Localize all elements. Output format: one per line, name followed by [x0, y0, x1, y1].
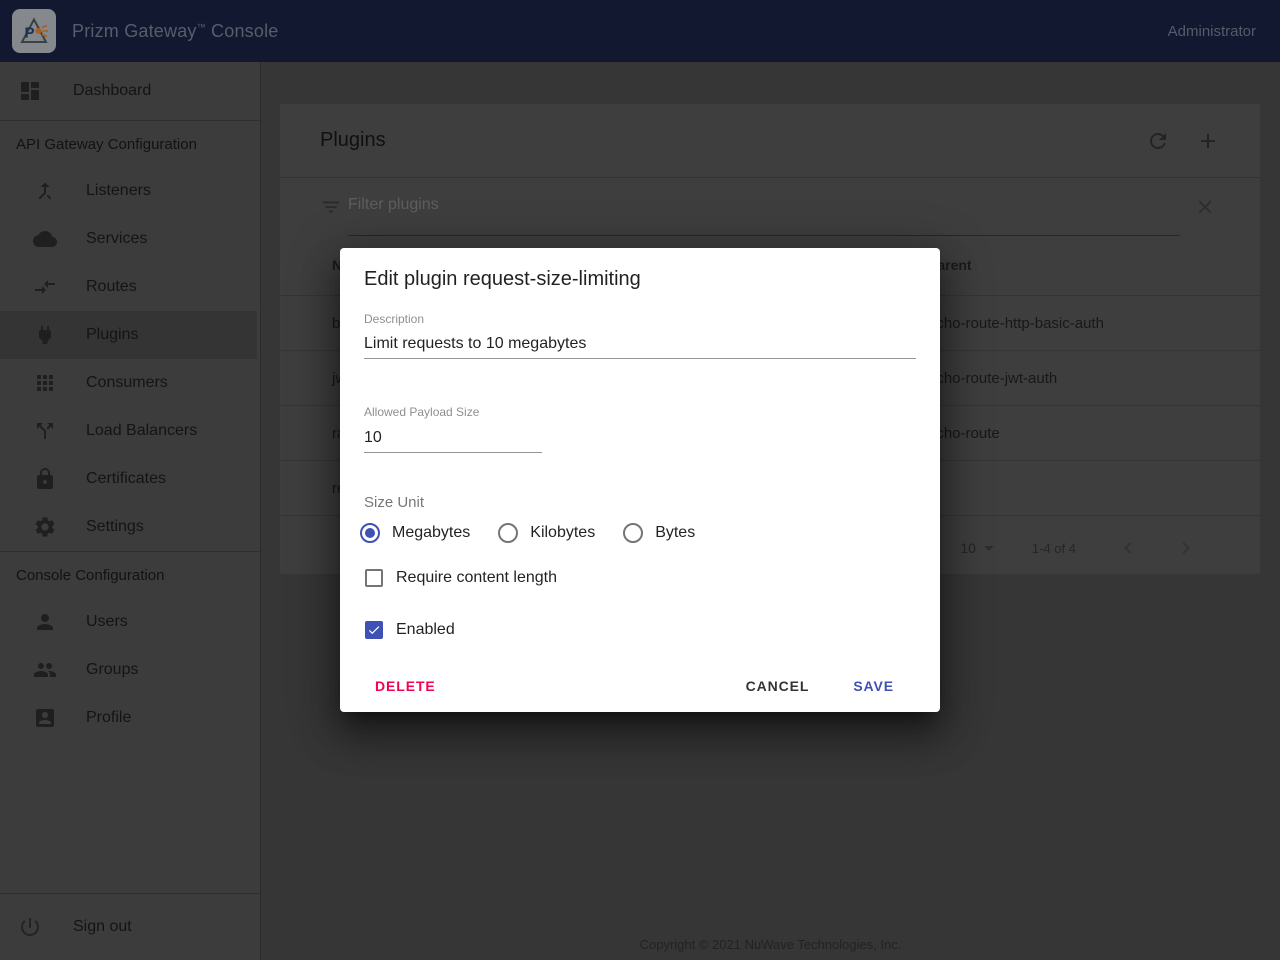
checkbox-checked-icon — [365, 621, 383, 639]
size-unit-radio-group: Megabytes Kilobytes Bytes — [360, 522, 723, 544]
allowed-payload-size-label: Allowed Payload Size — [364, 405, 479, 419]
checkbox-unchecked-icon — [365, 569, 383, 587]
radio-label: Bytes — [655, 524, 695, 542]
radio-option-megabytes[interactable]: Megabytes — [360, 523, 470, 543]
size-unit-label: Size Unit — [364, 493, 424, 513]
require-content-length-checkbox[interactable]: Require content length — [365, 567, 557, 589]
checkbox-label: Enabled — [396, 621, 455, 639]
radio-unchecked-icon — [623, 523, 643, 543]
cancel-button[interactable]: CANCEL — [730, 670, 826, 702]
radio-unchecked-icon — [498, 523, 518, 543]
dialog-title: Edit plugin request-size-limiting — [364, 264, 641, 294]
description-label: Description — [364, 312, 424, 326]
dialog-actions: DELETE CANCEL SAVE — [340, 668, 940, 704]
delete-button[interactable]: DELETE — [359, 670, 452, 702]
radio-label: Megabytes — [392, 524, 470, 542]
radio-checked-icon — [360, 523, 380, 543]
radio-option-bytes[interactable]: Bytes — [623, 523, 695, 543]
save-button[interactable]: SAVE — [837, 670, 910, 702]
radio-option-kilobytes[interactable]: Kilobytes — [498, 523, 595, 543]
allowed-payload-size-field[interactable] — [364, 424, 542, 453]
enabled-checkbox[interactable]: Enabled — [365, 619, 455, 641]
checkbox-label: Require content length — [396, 569, 557, 587]
radio-label: Kilobytes — [530, 524, 595, 542]
edit-plugin-dialog: Edit plugin request-size-limiting Descri… — [340, 248, 940, 712]
description-field[interactable] — [364, 330, 916, 359]
check-icon — [367, 623, 381, 637]
